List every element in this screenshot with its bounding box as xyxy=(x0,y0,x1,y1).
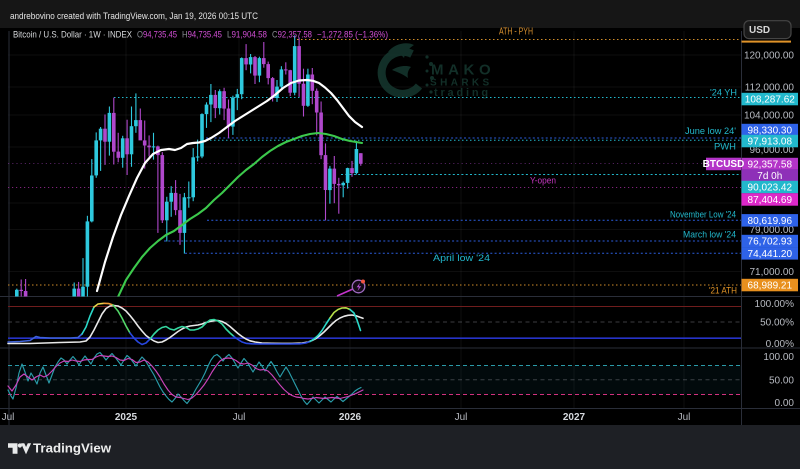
svg-text:L91,904.58: L91,904.58 xyxy=(227,29,267,39)
svg-text:Jul: Jul xyxy=(233,412,246,423)
svg-text:97,913.08: 97,913.08 xyxy=(748,137,793,148)
svg-text:50.00%: 50.00% xyxy=(760,318,794,329)
svg-text:68,989.21: 68,989.21 xyxy=(748,281,793,292)
svg-text:104,000.00: 104,000.00 xyxy=(744,111,794,122)
svg-text:H94,735.45: H94,735.45 xyxy=(182,29,222,39)
svg-text:92,357.58: 92,357.58 xyxy=(748,160,793,171)
svg-text:2027: 2027 xyxy=(563,412,586,423)
svg-text:Jul: Jul xyxy=(455,412,468,423)
svg-text:MAKO: MAKO xyxy=(431,62,495,79)
svg-text:TradingView: TradingView xyxy=(33,441,112,456)
svg-text:2026: 2026 xyxy=(339,412,362,423)
svg-text:O94,735.45: O94,735.45 xyxy=(137,29,177,39)
svg-text:'21 ATH: '21 ATH xyxy=(709,286,737,296)
svg-text:112,000.00: 112,000.00 xyxy=(745,83,795,94)
svg-text:50.00: 50.00 xyxy=(769,376,794,387)
svg-text:90,023.42: 90,023.42 xyxy=(748,183,793,194)
svg-text:Jul: Jul xyxy=(678,412,691,423)
svg-text:andrebovino created with Tradi: andrebovino created with TradingView.com… xyxy=(10,11,258,21)
svg-text:100.00: 100.00 xyxy=(763,352,794,363)
svg-text:USD: USD xyxy=(749,25,770,36)
svg-text:June low 24': June low 24' xyxy=(685,126,736,136)
svg-text:71,000.00: 71,000.00 xyxy=(750,267,795,278)
svg-text:87,404.69: 87,404.69 xyxy=(748,195,793,206)
svg-text:'24 YH: '24 YH xyxy=(710,88,737,98)
svg-text:76,702.93: 76,702.93 xyxy=(748,237,793,248)
svg-text:ATH - PYH: ATH - PYH xyxy=(499,27,533,38)
svg-text:100.00%: 100.00% xyxy=(755,299,795,310)
svg-text:2025: 2025 xyxy=(115,412,138,423)
svg-text:Y-open: Y-open xyxy=(530,176,556,186)
svg-text:Bitcoin / U.S. Dollar · 1W · I: Bitcoin / U.S. Dollar · 1W · INDEX xyxy=(13,29,132,39)
svg-text:74,441.20: 74,441.20 xyxy=(748,249,793,260)
svg-text:November Low '24: November Low '24 xyxy=(670,210,736,220)
svg-text:0.00: 0.00 xyxy=(775,398,795,409)
svg-text:−1,272.85 (−1.36%): −1,272.85 (−1.36%) xyxy=(317,29,388,39)
svg-text:0.00%: 0.00% xyxy=(766,339,794,350)
svg-text:7d 0h: 7d 0h xyxy=(757,171,782,182)
svg-text:120,000.00: 120,000.00 xyxy=(744,51,794,62)
svg-text:PWH: PWH xyxy=(714,142,736,152)
svg-text:April low '24: April low '24 xyxy=(433,253,490,263)
svg-text:BTCUSD: BTCUSD xyxy=(703,159,745,170)
svg-text:108,287.62: 108,287.62 xyxy=(745,95,795,106)
svg-text:80,619.96: 80,619.96 xyxy=(748,216,793,227)
svg-text:C92,357.58: C92,357.58 xyxy=(272,29,312,39)
svg-text:Jul: Jul xyxy=(2,412,15,423)
svg-text:March low '24: March low '24 xyxy=(683,230,736,240)
